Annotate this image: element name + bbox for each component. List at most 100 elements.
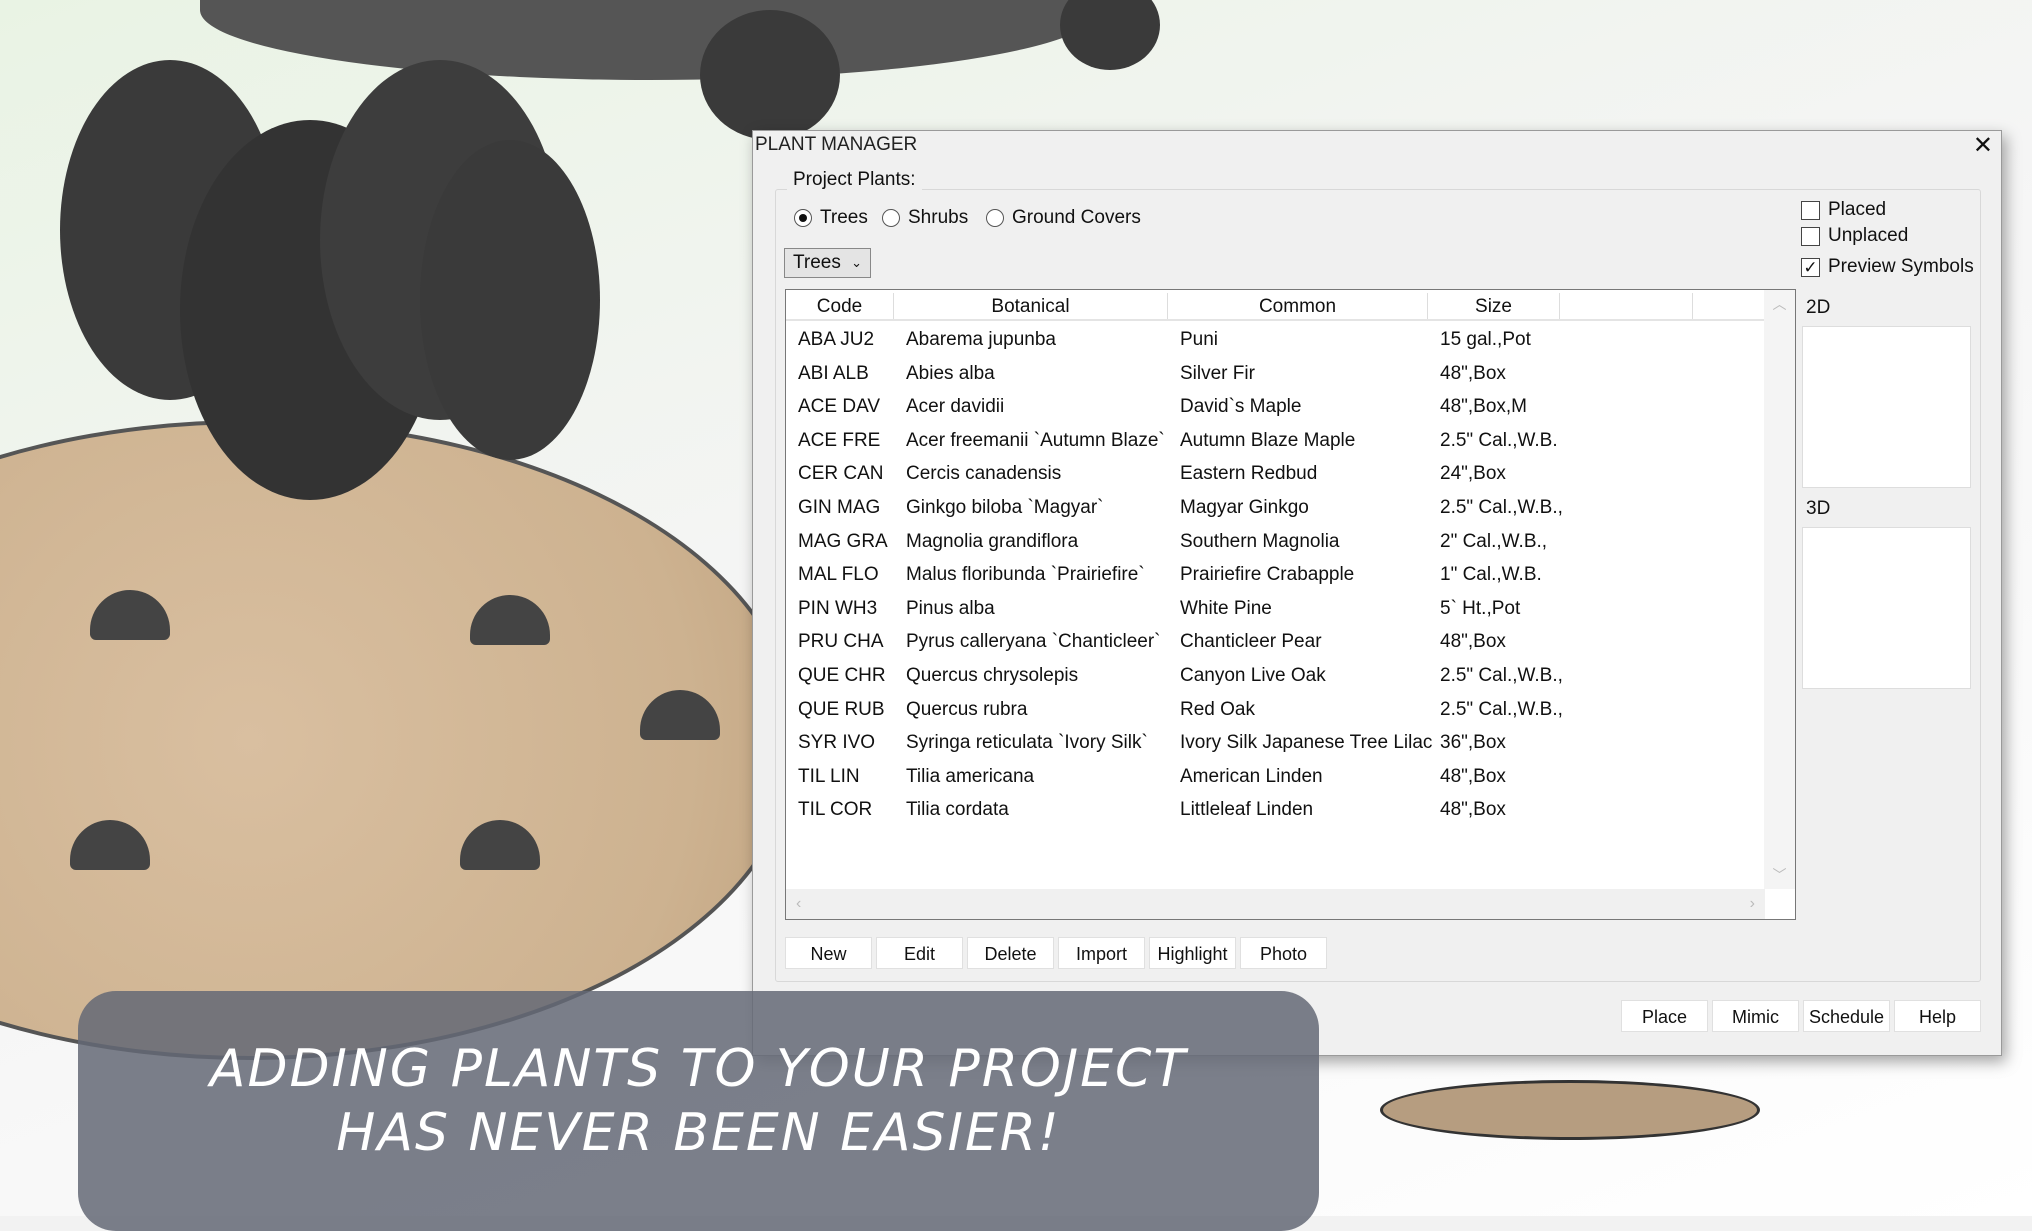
table-row[interactable]: PIN WH3 Pinus alba White Pine 5` Ht.,Pot <box>786 592 1560 625</box>
cell-code: QUE CHR <box>798 665 886 686</box>
cell-botanical: Acer freemanii `Autumn Blaze` <box>906 429 1165 451</box>
cell-botanical: Abies alba <box>906 362 995 384</box>
cell-size: 48",Box,M <box>1440 396 1528 418</box>
new-button[interactable]: New <box>785 937 872 969</box>
table-row[interactable]: MAG GRA Magnolia grandiflora Southern Magn… <box>786 525 1560 558</box>
table-row[interactable]: QUE RUB Quercus rubra Red Oak 2.5" Cal.,W.B… <box>786 693 1563 726</box>
radio-shrubs[interactable]: Shrubs <box>882 207 968 229</box>
preview-2d-label: 2D <box>1806 297 1831 318</box>
radio-label: Shrubs <box>908 207 969 228</box>
caption-banner: Adding plants to your project has never … <box>78 991 1319 1231</box>
table-row[interactable]: GIN MAG Ginkgo biloba `Magyar` Magyar Gink… <box>786 491 1563 524</box>
close-icon[interactable]: ✕ <box>1973 131 1993 160</box>
vertical-scrollbar[interactable]: ︿ ﹀ <box>1764 290 1795 889</box>
radio-ground-covers[interactable]: Ground Covers <box>986 207 1141 229</box>
placed-checkbox[interactable]: Placed <box>1801 199 1886 221</box>
plant-table: Code Botanical Common Size ABA JU2 Abarem… <box>785 289 1796 920</box>
cell-code: QUE RUB <box>798 698 885 720</box>
radio-label: Trees <box>820 207 868 228</box>
horizontal-scrollbar[interactable]: ‹ › <box>786 889 1765 919</box>
cell-botanical: Quercus rubra <box>906 698 1028 720</box>
table-row[interactable]: ABI ALB Abies alba Silver Fir 48",Box <box>786 357 1560 390</box>
cell-code: ACE DAV <box>798 396 881 418</box>
cell-code: TIL LIN <box>798 765 860 787</box>
table-row[interactable]: TIL LIN Tilia americana American Linden 48"… <box>786 760 1560 793</box>
scroll-right-icon[interactable]: › <box>1750 895 1755 913</box>
help-button[interactable]: Help <box>1894 1000 1981 1032</box>
cell-size: 5` Ht.,Pot <box>1440 597 1521 619</box>
cell-botanical: Magnolia grandiflora <box>906 530 1079 552</box>
scroll-up-icon[interactable]: ︿ <box>1764 294 1795 314</box>
table-row[interactable]: PRU CHA Pyrus calleryana `Chanticleer` Cha… <box>786 625 1560 658</box>
column-header-size[interactable]: Size <box>1428 293 1560 319</box>
radio-icon <box>882 209 900 227</box>
project-plants-label: Project Plants: <box>787 169 922 191</box>
cell-botanical: Tilia americana <box>906 765 1035 787</box>
cell-size: 48",Box <box>1440 362 1506 384</box>
cell-code: GIN MAG <box>798 497 881 518</box>
cell-common: Red Oak <box>1180 698 1255 720</box>
scroll-left-icon[interactable]: ‹ <box>796 895 801 913</box>
photo-button[interactable]: Photo <box>1240 937 1327 969</box>
import-button[interactable]: Import <box>1058 937 1145 969</box>
mimic-button[interactable]: Mimic <box>1712 1000 1799 1032</box>
delete-button[interactable]: Delete <box>967 937 1054 969</box>
cell-size: 2.5" Cal.,W.B., <box>1440 497 1563 518</box>
unplaced-checkbox[interactable]: Unplaced <box>1801 225 1908 247</box>
cell-botanical: Pyrus calleryana `Chanticleer` <box>906 631 1161 653</box>
column-header-empty <box>1693 293 1765 319</box>
preview-3d-label: 3D <box>1806 498 1831 519</box>
cell-size: 48",Box <box>1440 799 1506 821</box>
cell-common: Eastern Redbud <box>1180 463 1318 485</box>
cell-common: Magyar Ginkgo <box>1180 497 1309 518</box>
schedule-button[interactable]: Schedule <box>1803 1000 1890 1032</box>
preview-3d-box <box>1802 527 1971 689</box>
table-row[interactable]: TIL COR Tilia cordata Littleleaf Linden 48"… <box>786 793 1560 826</box>
cell-common: American Linden <box>1180 765 1323 787</box>
cell-code: ABI ALB <box>798 362 869 384</box>
cell-size: 48",Box <box>1440 631 1506 653</box>
caption-line-1: Adding plants to your project <box>209 1039 1188 1099</box>
table-row[interactable]: SYR IVO Syringa reticulata `Ivory Silk` Iv… <box>786 726 1560 759</box>
cell-botanical: Cercis canadensis <box>906 463 1062 485</box>
column-header-common[interactable]: Common <box>1168 293 1428 319</box>
cell-common: Southern Magnolia <box>1180 530 1340 552</box>
cell-common: Prairiefire Crabapple <box>1180 564 1355 586</box>
cell-common: Autumn Blaze Maple <box>1180 429 1356 451</box>
plant-manager-dialog: PLANT MANAGER ✕ Project Plants: Trees Sh… <box>752 130 2002 1056</box>
cell-common: White Pine <box>1180 597 1272 619</box>
cell-botanical: Pinus alba <box>906 597 995 619</box>
table-row[interactable]: MAL FLO Malus floribunda `Prairiefire` Pra… <box>786 558 1560 591</box>
cell-common: Silver Fir <box>1180 362 1255 384</box>
checkbox-label: Unplaced <box>1828 225 1909 246</box>
cell-size: 36",Box <box>1440 732 1506 754</box>
radio-trees[interactable]: Trees <box>794 207 868 229</box>
highlight-button[interactable]: Highlight <box>1149 937 1236 969</box>
table-row[interactable]: QUE CHR Quercus chrysolepis Canyon Live Oa… <box>786 659 1563 692</box>
checkbox-label: Placed <box>1828 199 1887 220</box>
table-row[interactable]: ABA JU2 Abarema jupunba Puni 15 gal.,Pot <box>786 323 1560 356</box>
column-header-code[interactable]: Code <box>786 293 894 319</box>
scroll-down-icon[interactable]: ﹀ <box>1764 865 1795 885</box>
dialog-title: PLANT MANAGER <box>755 134 918 155</box>
cell-botanical: Syringa reticulata `Ivory Silk` <box>906 732 1148 754</box>
category-dropdown[interactable]: Trees ⌄ <box>784 248 871 278</box>
chevron-down-icon: ⌄ <box>851 255 862 270</box>
cell-common: David`s Maple <box>1180 396 1302 418</box>
cell-botanical: Acer davidii <box>906 396 1005 418</box>
column-header-botanical[interactable]: Botanical <box>894 293 1168 319</box>
cell-code: PIN WH3 <box>798 597 878 619</box>
cell-common: Chanticleer Pear <box>1180 631 1322 653</box>
table-row[interactable]: ACE FRE Acer freemanii `Autumn Blaze` Autu… <box>786 424 1560 457</box>
cell-code: ACE FRE <box>798 429 881 451</box>
edit-button[interactable]: Edit <box>876 937 963 969</box>
cell-common: Canyon Live Oak <box>1180 665 1326 686</box>
preview-symbols-checkbox[interactable]: ✓ Preview Symbols <box>1801 256 1974 278</box>
cell-size: 15 gal.,Pot <box>1440 329 1531 350</box>
checkbox-icon <box>1801 226 1820 246</box>
checkmark-icon: ✓ <box>1801 257 1820 277</box>
radio-icon <box>986 209 1004 227</box>
table-row[interactable]: ACE DAV Acer davidii David`s Maple 48",Box,… <box>786 390 1560 423</box>
place-button[interactable]: Place <box>1621 1000 1708 1032</box>
table-row[interactable]: CER CAN Cercis canadensis Eastern Redbud 24… <box>786 457 1560 490</box>
